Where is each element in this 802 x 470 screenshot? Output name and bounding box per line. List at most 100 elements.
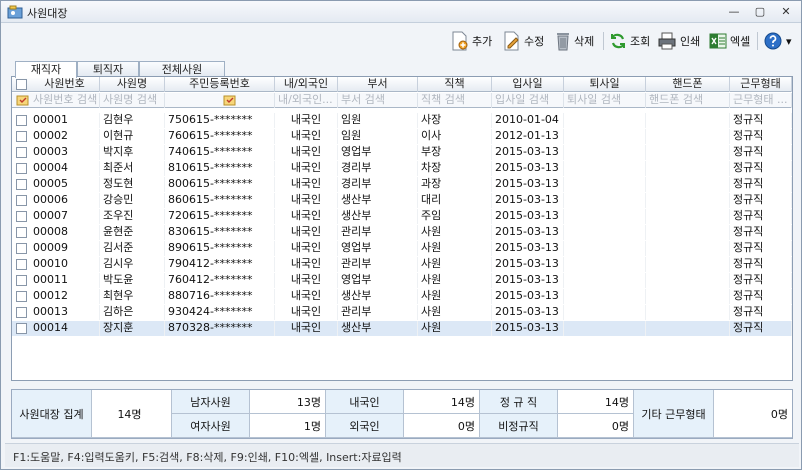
help-dropdown-icon[interactable]: ▾: [786, 35, 792, 48]
cell-id: 00005: [30, 177, 100, 192]
cell-leave: [564, 241, 646, 256]
other-type-count: 0명: [714, 390, 792, 438]
cell-pos: 사원: [418, 273, 492, 288]
column-header-pos[interactable]: 직책: [418, 77, 492, 92]
row-checkbox[interactable]: [16, 323, 27, 334]
delete-label: 삭제: [574, 35, 595, 48]
table-row[interactable]: 00008 윤현준 830615-******* 내국인 관리부 사원 2015-03-13…: [12, 225, 792, 240]
row-checkbox[interactable]: [16, 179, 27, 190]
print-button[interactable]: 인쇄: [657, 29, 700, 53]
filter-input-rrn[interactable]: [165, 93, 275, 108]
employee-register-window: 사원대장 — ▢ ✕ 추가 수정 삭제 조회 인쇄 엑셀 ▾ 재직자 퇴직자 전…: [0, 0, 802, 470]
table-row[interactable]: 00006 강승민 860615-******* 내국인 생산부 대리 2015-03-13…: [12, 193, 792, 208]
cell-leave: [564, 145, 646, 160]
table-row[interactable]: 00012 최현우 880716-******* 내국인 생산부 사원 2015-03-13…: [12, 289, 792, 304]
table-row[interactable]: 00005 정도현 800615-******* 내국인 경리부 과장 2015-03-13…: [12, 177, 792, 192]
add-button[interactable]: 추가: [451, 29, 492, 53]
column-header-leave[interactable]: 퇴사일: [564, 77, 646, 92]
cell-dept: 영업부: [338, 273, 418, 288]
column-header-join[interactable]: 입사일: [492, 77, 564, 92]
table-row[interactable]: 00007 조우진 720615-******* 내국인 생산부 주임 2015-03-13…: [12, 209, 792, 224]
row-checkbox[interactable]: [16, 211, 27, 222]
filter-input-name[interactable]: 사원명 검색: [100, 93, 165, 108]
row-checkbox[interactable]: [16, 163, 27, 174]
table-row[interactable]: 00014 장지훈 870328-******* 내국인 생산부 사원 2015-03-13…: [12, 321, 792, 336]
close-button[interactable]: ✕: [777, 4, 795, 20]
cell-nat: 내국인: [275, 177, 338, 192]
add-icon: [452, 31, 468, 51]
excel-icon: [709, 33, 727, 49]
row-checkbox[interactable]: [16, 115, 27, 126]
column-header-type[interactable]: 근무형태: [730, 77, 792, 92]
select-all-checkbox[interactable]: [16, 79, 27, 90]
cell-join: 2015-03-13: [492, 273, 564, 288]
cell-dept: 생산부: [338, 193, 418, 208]
row-checkbox[interactable]: [16, 259, 27, 270]
cell-leave: [564, 289, 646, 304]
row-checkbox[interactable]: [16, 147, 27, 158]
table-row[interactable]: 00002 이현규 760615-******* 내국인 임원 이사 2012-01-13 정…: [12, 129, 792, 144]
cell-type: 정규직: [730, 273, 792, 288]
row-checkbox[interactable]: [16, 291, 27, 302]
cell-phone: [646, 321, 730, 336]
table-row[interactable]: 00004 최준서 810615-******* 내국인 경리부 차장 2015-03-13…: [12, 161, 792, 176]
column-header-nat[interactable]: 내/외국인: [275, 77, 338, 92]
cell-join: 2012-01-13: [492, 129, 564, 144]
cell-nat: 내국인: [275, 145, 338, 160]
filter-edit-icon[interactable]: [223, 94, 236, 106]
foreign-label: 외국인: [326, 414, 404, 438]
cell-pos: 차장: [418, 161, 492, 176]
table-row[interactable]: 00011 박도윤 760412-******* 내국인 영업부 사원 2015-03-13…: [12, 273, 792, 288]
filter-input-leave[interactable]: 퇴사일 검색: [564, 93, 646, 108]
cell-pos: 주임: [418, 209, 492, 224]
cell-dept: 관리부: [338, 305, 418, 320]
filter-input-type[interactable]: 근무형태 ...: [730, 93, 792, 108]
row-checkbox[interactable]: [16, 275, 27, 286]
column-header-rrn[interactable]: 주민등록번호: [165, 77, 275, 92]
minimize-button[interactable]: —: [725, 4, 743, 20]
column-header-phone[interactable]: 핸드폰: [646, 77, 730, 92]
filter-input-phone[interactable]: 핸드폰 검색: [646, 93, 730, 108]
cell-join: 2015-03-13: [492, 209, 564, 224]
table-row[interactable]: 00001 김현우 750615-******* 내국인 임원 사장 2010-01-04 정…: [12, 113, 792, 128]
row-checkbox[interactable]: [16, 131, 27, 142]
filter-input-dept[interactable]: 부서 검색: [338, 93, 418, 108]
tab-employed[interactable]: 재직자: [15, 61, 77, 78]
edit-button[interactable]: 수정: [503, 29, 544, 53]
column-header-dept[interactable]: 부서: [338, 77, 418, 92]
cell-phone: [646, 225, 730, 240]
excel-button[interactable]: 엑셀: [709, 29, 750, 53]
cell-pos: 사원: [418, 241, 492, 256]
filter-input-pos[interactable]: 직책 검색: [418, 93, 492, 108]
row-checkbox[interactable]: [16, 195, 27, 206]
status-bar: F1:도움말, F4:입력도움키, F5:검색, F8:삭제, F9:인쇄, F…: [5, 443, 799, 467]
cell-rrn: 860615-*******: [165, 193, 275, 208]
table-row[interactable]: 00013 김하은 930424-******* 내국인 관리부 사원 2015-03-13…: [12, 305, 792, 320]
app-icon: [7, 5, 23, 19]
cell-nat: 내국인: [275, 289, 338, 304]
shortcut-hint: F1:도움말, F4:입력도움키, F5:검색, F8:삭제, F9:인쇄, F…: [13, 451, 402, 464]
filter-input-nat[interactable]: 내/외국인...: [275, 93, 338, 108]
column-header-id[interactable]: 사원번호: [30, 77, 100, 92]
table-row[interactable]: 00009 김서준 890615-******* 내국인 영업부 사원 2015-03-13…: [12, 241, 792, 256]
tab-all-employees[interactable]: 전체사원: [139, 61, 225, 77]
row-checkbox[interactable]: [16, 243, 27, 254]
table-row[interactable]: 00003 박지후 740615-******* 내국인 영업부 부장 2015-03-13…: [12, 145, 792, 160]
restore-button[interactable]: ▢: [751, 4, 769, 20]
cell-type: 정규직: [730, 241, 792, 256]
filter-edit-icon[interactable]: [16, 94, 29, 106]
help-button[interactable]: ▾: [763, 29, 792, 53]
column-header-name[interactable]: 사원명: [100, 77, 165, 92]
cell-join: 2015-03-13: [492, 305, 564, 320]
search-button[interactable]: 조회: [609, 29, 650, 53]
tab-retired[interactable]: 퇴직자: [77, 61, 139, 77]
female-label: 여자사원: [172, 414, 250, 438]
row-checkbox[interactable]: [16, 307, 27, 318]
cell-dept: 관리부: [338, 257, 418, 272]
row-checkbox[interactable]: [16, 227, 27, 238]
filter-input-join[interactable]: 입사일 검색: [492, 93, 564, 108]
cell-id: 00007: [30, 209, 100, 224]
table-row[interactable]: 00010 김시우 790412-******* 내국인 관리부 사원 2015-03-13…: [12, 257, 792, 272]
delete-button[interactable]: 삭제: [555, 29, 594, 53]
filter-input-id[interactable]: 사원번호 검색: [30, 93, 100, 108]
